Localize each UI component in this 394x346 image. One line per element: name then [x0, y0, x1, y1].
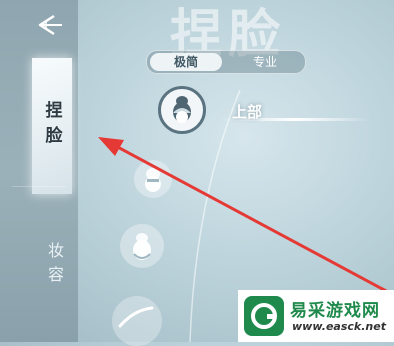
tab-makeup-label: 妆容 [45, 242, 64, 290]
face-low-icon [133, 233, 151, 260]
back-button[interactable] [32, 8, 66, 42]
tab-face-sculpt[interactable]: 捏脸 [32, 58, 72, 194]
mode-toggle[interactable]: 极简 专业 [146, 50, 306, 74]
face-mid-icon [145, 168, 161, 192]
face-part-mid-button[interactable] [134, 160, 172, 198]
back-arrow-icon [38, 14, 62, 36]
face-top-icon [173, 96, 191, 123]
watermark: 易采游戏网 www.easck.net [238, 290, 394, 342]
face-part-top-button[interactable] [158, 86, 206, 134]
sidebar-divider [12, 186, 66, 187]
tab-makeup[interactable]: 妆容 [34, 236, 74, 296]
watermark-name: 易采游戏网 [290, 301, 380, 321]
face-part-low-button[interactable] [120, 224, 164, 268]
site-logo-icon [244, 296, 284, 336]
face-part-top-label: 上部 [232, 103, 263, 121]
eyebrow-icon [118, 306, 154, 328]
tab-face-sculpt-label: 捏脸 [41, 101, 62, 151]
mode-option-professional[interactable]: 专业 [229, 53, 301, 71]
sidebar: 捏脸 妆容 [0, 0, 78, 342]
mode-option-minimal[interactable]: 极简 [150, 53, 222, 71]
watermark-url: www.easck.net [292, 320, 386, 333]
eyebrow-button[interactable] [112, 296, 162, 346]
